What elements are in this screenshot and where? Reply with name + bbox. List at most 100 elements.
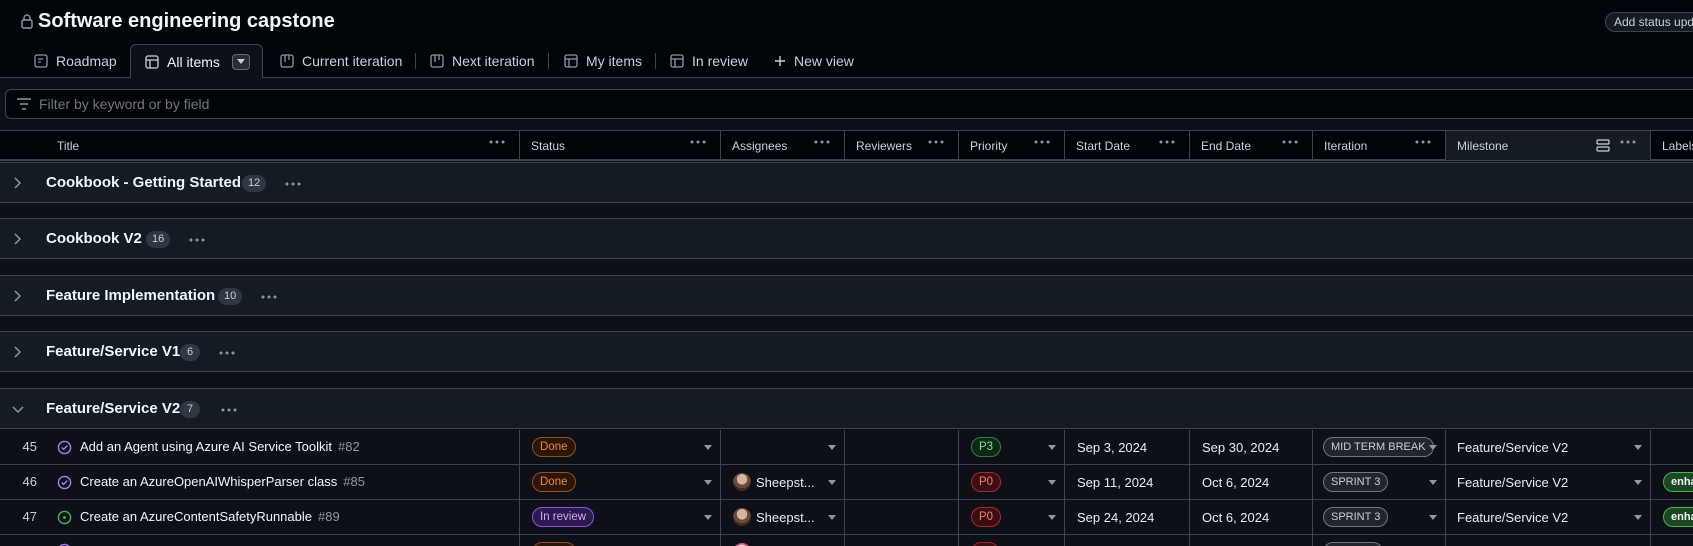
milestone-cell[interactable]: Feature/Service V2 [1446, 500, 1651, 534]
status-cell[interactable]: Done [520, 430, 721, 464]
start-date-cell[interactable]: Sep 3, 2024 [1065, 430, 1190, 464]
table-row[interactable]: 45 Add an Agent using Azure AI Service T… [0, 430, 1693, 465]
issue-title-link[interactable]: Create an AzureContentSafetyRunnable #89 [80, 509, 340, 524]
column-header-start-date[interactable]: Start Date [1065, 131, 1190, 160]
more-options-icon[interactable] [219, 351, 235, 355]
labels-cell[interactable] [1651, 430, 1693, 464]
column-label: Start Date [1076, 138, 1131, 153]
column-header-end-date[interactable]: End Date [1190, 131, 1313, 160]
more-options-icon[interactable] [1620, 140, 1636, 144]
end-date-cell[interactable]: Oct 6, 2024 [1190, 465, 1313, 499]
more-options-icon[interactable] [1159, 140, 1175, 144]
more-options-icon[interactable] [285, 182, 301, 186]
iteration-cell[interactable]: SPRINT 3 [1313, 465, 1446, 499]
group-header[interactable]: Feature Implementation 10 [0, 275, 1693, 316]
reviewers-cell[interactable] [845, 500, 959, 534]
more-options-icon[interactable] [261, 295, 277, 299]
assignees-cell[interactable] [721, 430, 845, 464]
issue-title-link[interactable]: Create an AzureOpenAIWhisperParser class… [80, 474, 365, 489]
filter-input[interactable] [39, 94, 639, 114]
labels-cell[interactable]: enha [1651, 465, 1693, 499]
group-by-icon[interactable] [1596, 139, 1610, 152]
status-cell[interactable]: In review [520, 500, 721, 534]
reviewers-cell[interactable] [845, 535, 959, 546]
column-header-milestone[interactable]: Milestone [1446, 131, 1651, 160]
issue-number: #85 [343, 474, 365, 489]
column-header-reviewers[interactable]: Reviewers [845, 131, 959, 160]
priority-cell[interactable] [959, 535, 1065, 546]
reviewers-cell[interactable] [845, 430, 959, 464]
tab-roadmap[interactable]: Roadmap [34, 44, 117, 78]
start-date-cell[interactable]: Sep 11, 2024 [1065, 465, 1190, 499]
chevron-right-icon[interactable] [13, 233, 21, 245]
more-options-icon[interactable] [189, 238, 205, 242]
filter-bar[interactable] [5, 89, 1693, 119]
more-options-icon[interactable] [1034, 140, 1050, 144]
tab-my-items[interactable]: My items [564, 44, 642, 78]
issue-title-link[interactable]: Add an Agent using Azure AI Service Tool… [80, 439, 360, 454]
column-header-priority[interactable]: Priority [959, 131, 1065, 160]
iteration-cell[interactable] [1313, 535, 1446, 546]
new-view-button[interactable]: New view [774, 44, 854, 78]
assignees-cell[interactable] [721, 535, 845, 546]
tab-current-iteration[interactable]: Current iteration [280, 44, 402, 78]
column-label: Priority [970, 138, 1008, 153]
priority-cell[interactable]: P0 [959, 465, 1065, 499]
add-status-update-button[interactable]: Add status update [1605, 12, 1693, 32]
status-badge: Done [532, 437, 576, 457]
tab-all-items[interactable]: All items [130, 44, 263, 79]
table-row[interactable]: 47 Create an AzureContentSafetyRunnable #… [0, 500, 1693, 535]
tab-next-iteration[interactable]: Next iteration [430, 44, 534, 78]
title-cell: 47 Create an AzureContentSafetyRunnable #… [0, 500, 520, 534]
end-date-cell[interactable] [1190, 535, 1313, 546]
end-date-cell[interactable]: Oct 6, 2024 [1190, 500, 1313, 534]
start-date-cell[interactable]: Sep 24, 2024 [1065, 500, 1190, 534]
priority-cell[interactable]: P0 [959, 500, 1065, 534]
column-header-title[interactable]: Title [0, 131, 520, 160]
column-header-iteration[interactable]: Iteration [1313, 131, 1446, 160]
milestone-cell[interactable] [1446, 535, 1651, 546]
column-header-assignees[interactable]: Assignees [721, 131, 845, 160]
more-options-icon[interactable] [1282, 140, 1298, 144]
column-label: Labels [1662, 138, 1693, 153]
group-count: 10 [218, 288, 243, 305]
chevron-down-icon[interactable] [12, 405, 24, 413]
iteration-cell[interactable]: MID TERM BREAK [1313, 430, 1446, 464]
group-header[interactable]: Feature/Service V1 6 [0, 331, 1693, 372]
status-cell[interactable] [520, 535, 721, 546]
more-options-icon[interactable] [928, 140, 944, 144]
view-options-dropdown[interactable] [231, 53, 250, 70]
table-row[interactable] [0, 535, 1693, 546]
end-date-cell[interactable]: Sep 30, 2024 [1190, 430, 1313, 464]
group-count: 6 [180, 344, 200, 361]
assignees-cell[interactable]: Sheepst... [721, 500, 845, 534]
status-cell[interactable]: Done [520, 465, 721, 499]
group-header[interactable]: Cookbook V2 16 [0, 218, 1693, 259]
tab-label: Next iteration [452, 53, 535, 69]
more-options-icon[interactable] [489, 140, 505, 144]
tab-in-review[interactable]: In review [670, 44, 748, 78]
chevron-right-icon[interactable] [13, 346, 21, 358]
table-row[interactable]: 46 Create an AzureOpenAIWhisperParser cl… [0, 465, 1693, 500]
labels-cell[interactable]: enha [1651, 500, 1693, 534]
milestone-cell[interactable]: Feature/Service V2 [1446, 430, 1651, 464]
tab-divider [548, 53, 549, 69]
group-title: Cookbook - Getting Started [46, 174, 241, 191]
start-date-cell[interactable] [1065, 535, 1190, 546]
more-options-icon[interactable] [1415, 140, 1431, 144]
reviewers-cell[interactable] [845, 465, 959, 499]
iteration-cell[interactable]: SPRINT 3 [1313, 500, 1446, 534]
column-header-labels[interactable]: Labels [1651, 131, 1693, 160]
more-options-icon[interactable] [221, 408, 237, 412]
assignees-cell[interactable]: Sheepst... [721, 465, 845, 499]
group-header[interactable]: Cookbook - Getting Started 12 [0, 162, 1693, 203]
priority-cell[interactable]: P3 [959, 430, 1065, 464]
milestone-cell[interactable]: Feature/Service V2 [1446, 465, 1651, 499]
column-header-status[interactable]: Status [520, 131, 721, 160]
group-header-expanded[interactable]: Feature/Service V2 7 [0, 388, 1693, 429]
row-number: 46 [22, 474, 37, 489]
chevron-right-icon[interactable] [13, 177, 21, 189]
more-options-icon[interactable] [690, 140, 706, 144]
chevron-right-icon[interactable] [13, 290, 21, 302]
more-options-icon[interactable] [814, 140, 830, 144]
